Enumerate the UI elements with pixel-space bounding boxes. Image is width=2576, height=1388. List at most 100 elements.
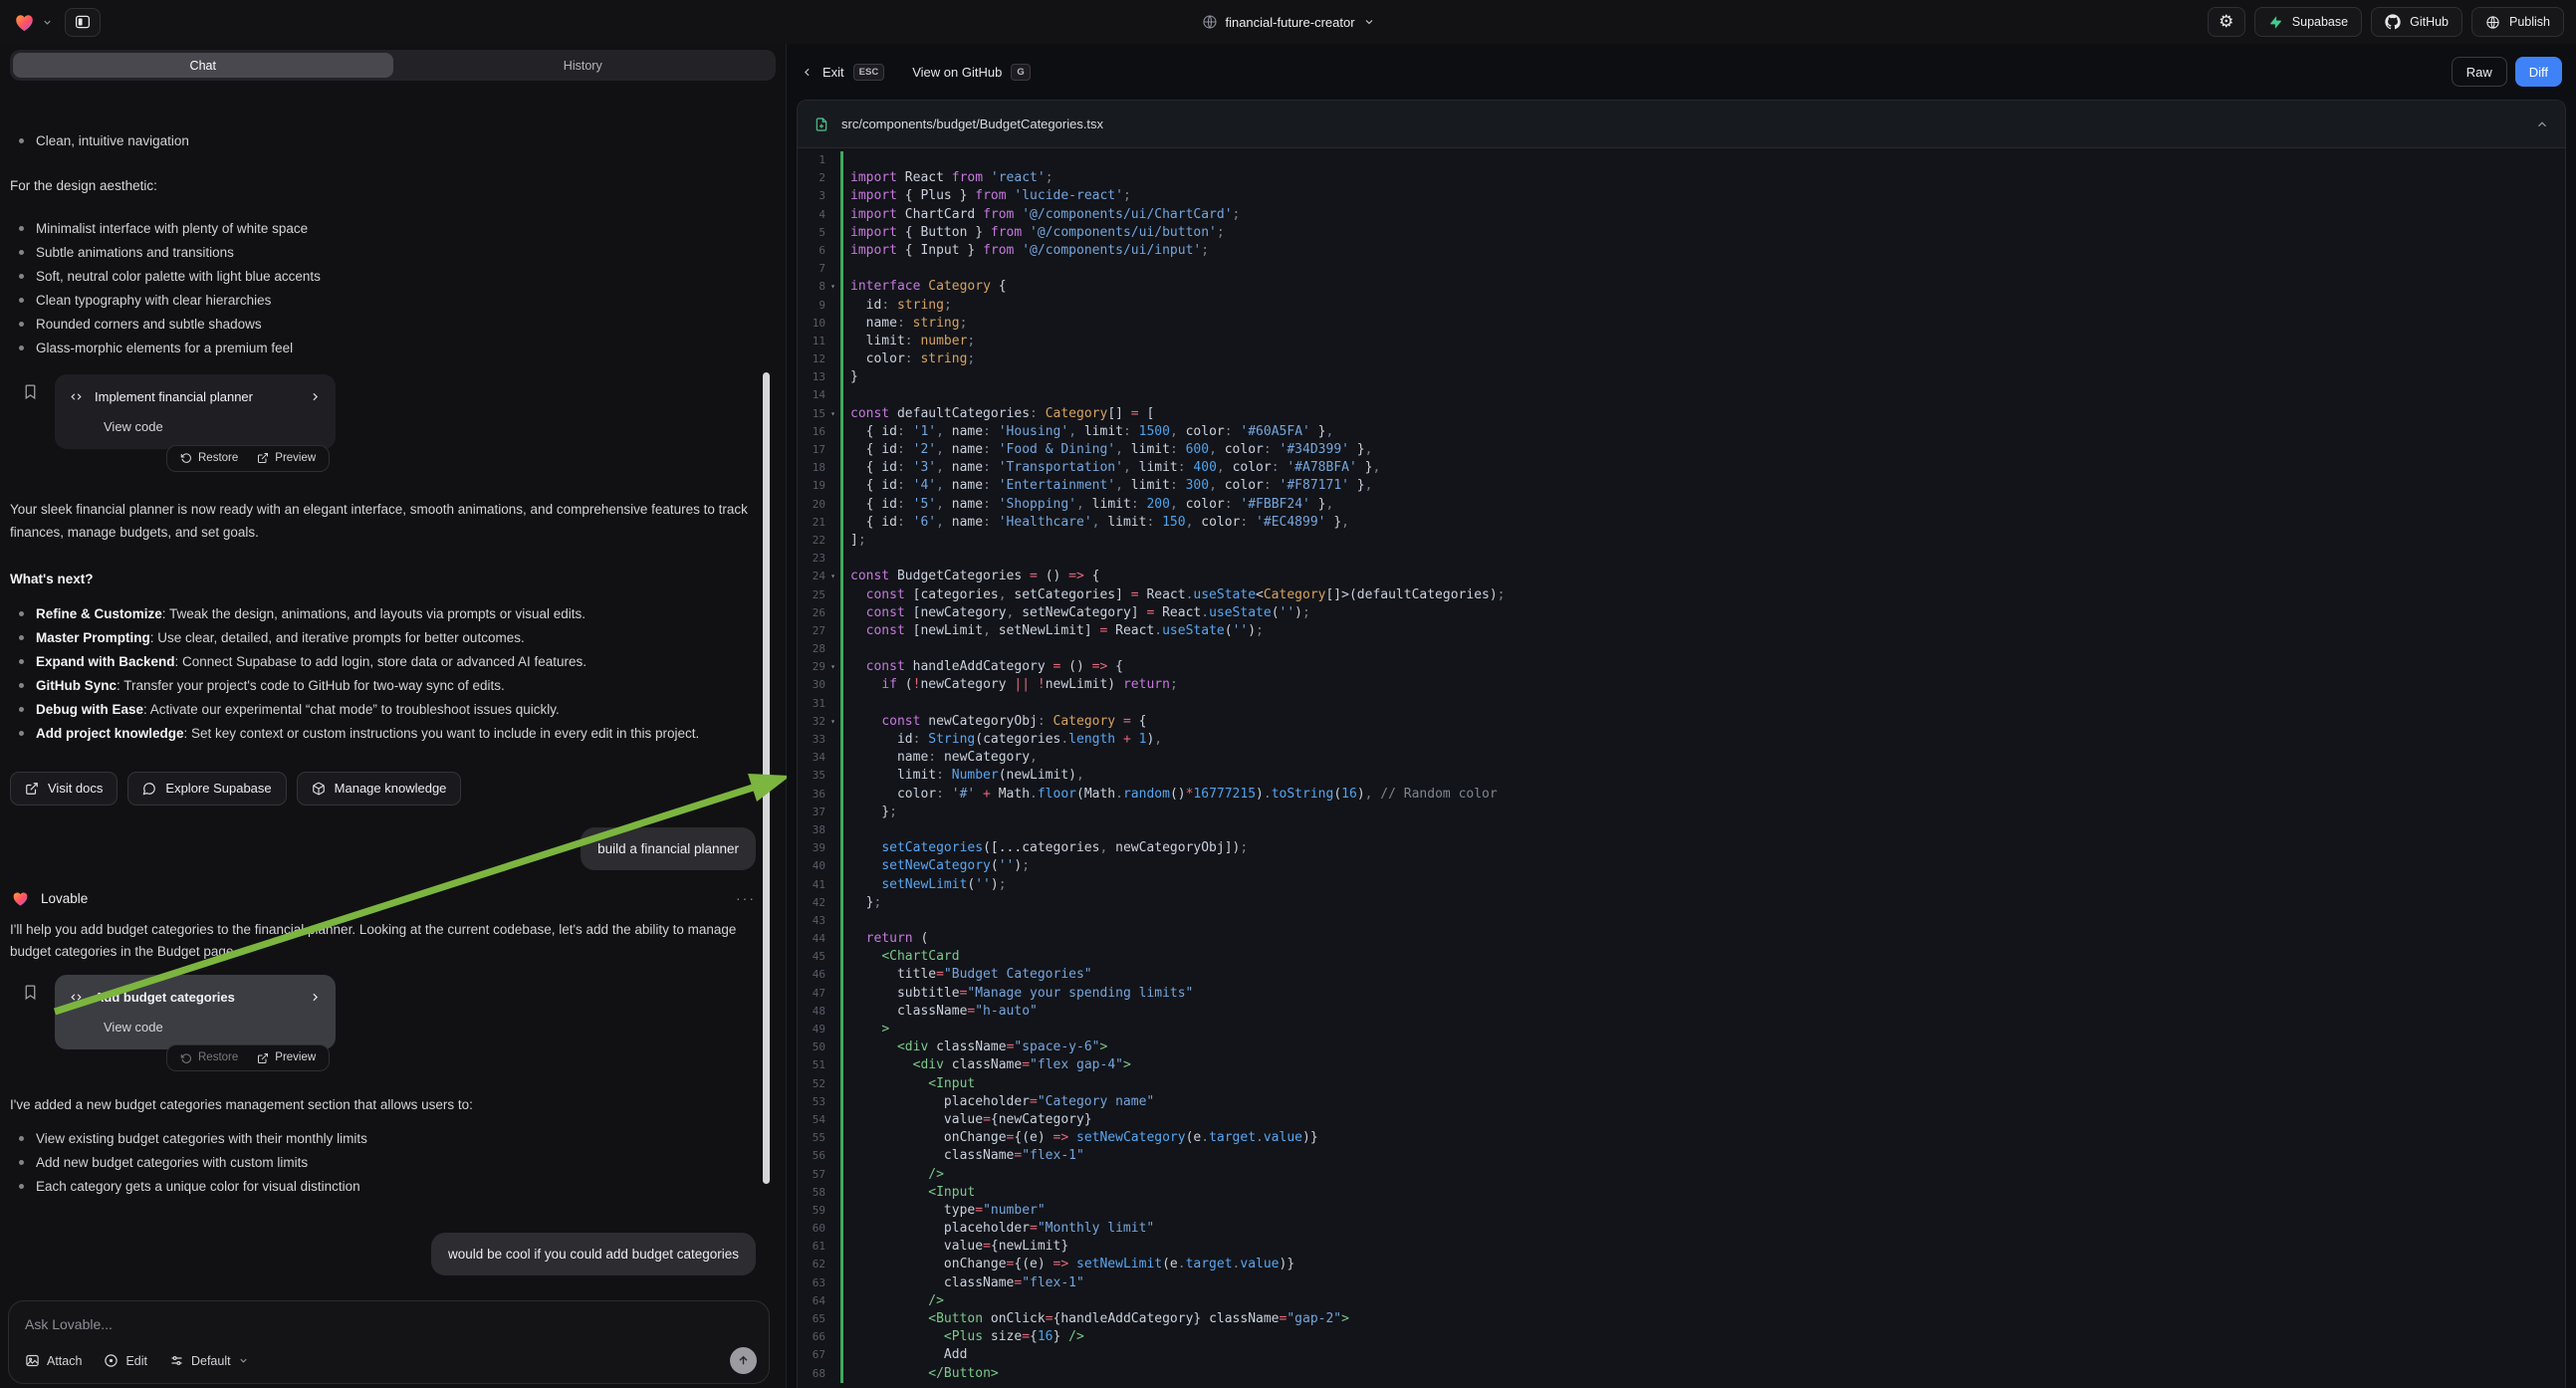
code-line: 8▾interface Category {: [798, 278, 2565, 296]
project-switcher[interactable]: financial-future-creator: [1201, 0, 1374, 44]
line-number: 20: [798, 496, 825, 514]
version-card-toolbar: Restore Preview: [166, 1044, 330, 1071]
line-number: 58: [798, 1184, 825, 1202]
publish-button[interactable]: Publish: [2471, 7, 2564, 37]
visit-docs-button[interactable]: Visit docs: [10, 772, 117, 806]
code-text: limit: Number(newLimit),: [840, 767, 2565, 785]
fold-chevron-icon[interactable]: ▾: [825, 405, 840, 423]
list-item: Add project knowledge: Set key context o…: [10, 723, 756, 744]
fold-gutter: [825, 441, 840, 459]
line-number: 44: [798, 930, 825, 948]
line-number: 56: [798, 1147, 825, 1165]
preview-button[interactable]: Preview: [257, 1047, 316, 1068]
code-text: onChange={(e) => setNewLimit(e.target.va…: [840, 1256, 2565, 1273]
chevron-up-icon[interactable]: [2535, 117, 2549, 131]
explore-supabase-button[interactable]: Explore Supabase: [127, 772, 286, 806]
chat-input[interactable]: Ask Lovable...: [25, 1316, 753, 1332]
fold-gutter: [825, 786, 840, 804]
code-text: className="h-auto": [840, 1003, 2565, 1021]
fold-chevron-icon[interactable]: ▾: [825, 713, 840, 731]
chat-composer[interactable]: Ask Lovable... Attach Edit Default: [8, 1300, 770, 1384]
fold-gutter: [825, 930, 840, 948]
code-line: 44 return (: [798, 930, 2565, 948]
code-line: 51 <div className="flex gap-4">: [798, 1056, 2565, 1074]
list-item: View existing budget categories with the…: [10, 1128, 756, 1149]
code-text: import React from 'react';: [840, 169, 2565, 187]
code-icon: [69, 390, 84, 403]
bookmark-icon[interactable]: [22, 382, 39, 401]
code-area[interactable]: 12import React from 'react';3import { Pl…: [798, 148, 2565, 1388]
code-text: { id: '5', name: 'Shopping', limit: 200,…: [840, 496, 2565, 514]
line-number: 1: [798, 151, 825, 169]
fold-gutter: [825, 459, 840, 477]
lovable-menu[interactable]: [12, 11, 53, 34]
code-text: import ChartCard from '@/components/ui/C…: [840, 206, 2565, 224]
publish-globe-icon: [2485, 15, 2500, 30]
settings-button[interactable]: ⚙︎: [2208, 7, 2245, 37]
code-text: { id: '2', name: 'Food & Dining', limit:…: [840, 441, 2565, 459]
sidebar-toggle-button[interactable]: [65, 8, 101, 37]
fold-chevron-icon[interactable]: ▾: [825, 568, 840, 585]
chat-scroll-area[interactable]: Clean, intuitive navigation For the desi…: [0, 127, 786, 1328]
code-text: [840, 695, 2565, 713]
view-code-link[interactable]: View code: [104, 1017, 322, 1038]
tab-chat[interactable]: Chat: [13, 53, 393, 78]
code-text: </Button>: [840, 1365, 2565, 1383]
line-number: 14: [798, 386, 825, 404]
fold-chevron-icon[interactable]: ▾: [825, 278, 840, 296]
fold-chevron-icon[interactable]: ▾: [825, 658, 840, 676]
code-text: [840, 912, 2565, 930]
chat-scrollbar[interactable]: [763, 372, 770, 1184]
code-line: 43: [798, 912, 2565, 930]
code-line: 45 <ChartCard: [798, 948, 2565, 966]
message-menu-button[interactable]: ···: [736, 888, 756, 909]
list-item: Minimalist interface with plenty of whit…: [10, 218, 756, 239]
manage-knowledge-button[interactable]: Manage knowledge: [297, 772, 462, 806]
attach-button[interactable]: Attach: [25, 1353, 82, 1368]
line-number: 45: [798, 948, 825, 966]
fold-gutter: [825, 622, 840, 640]
code-line: 67 Add: [798, 1346, 2565, 1364]
code-line: 56 className="flex-1": [798, 1147, 2565, 1165]
view-code-link[interactable]: View code: [104, 416, 322, 437]
preview-button[interactable]: Preview: [257, 448, 316, 469]
code-text: { id: '4', name: 'Entertainment', limit:…: [840, 477, 2565, 495]
file-plus-icon: [814, 116, 829, 132]
file-header[interactable]: src/components/budget/BudgetCategories.t…: [798, 101, 2565, 148]
code-line: 65 <Button onClick={handleAddCategory} c…: [798, 1310, 2565, 1328]
restore-button[interactable]: Restore: [180, 448, 238, 469]
exit-button[interactable]: Exit ESC: [801, 64, 884, 81]
send-button[interactable]: [730, 1347, 757, 1374]
code-text: <div className="flex gap-4">: [840, 1056, 2565, 1074]
assistant-header: Lovable ···: [10, 888, 756, 909]
bookmark-icon[interactable]: [22, 983, 39, 1002]
version-card-add-budget-categories[interactable]: Add budget categories View code: [55, 975, 336, 1049]
fold-gutter: [825, 315, 840, 333]
model-selector[interactable]: Default: [169, 1353, 249, 1368]
fold-gutter: [825, 550, 840, 568]
list-item: Rounded corners and subtle shadows: [10, 314, 756, 335]
code-line: 63 className="flex-1": [798, 1274, 2565, 1292]
code-line: 50 <div className="space-y-6">: [798, 1039, 2565, 1056]
fold-gutter: [825, 1111, 840, 1129]
tab-history[interactable]: History: [393, 53, 774, 78]
restore-button[interactable]: Restore: [180, 1047, 238, 1068]
code-text: interface Category {: [840, 278, 2565, 296]
code-line: 48 className="h-auto": [798, 1003, 2565, 1021]
chevron-down-icon: [238, 1355, 249, 1366]
design-bullet-list: Minimalist interface with plenty of whit…: [10, 218, 756, 358]
github-button[interactable]: GitHub: [2371, 7, 2462, 37]
code-line: 13}: [798, 368, 2565, 386]
diff-toggle-button[interactable]: Diff: [2515, 57, 2562, 87]
raw-toggle-button[interactable]: Raw: [2452, 57, 2507, 87]
code-line: 24▾const BudgetCategories = () => {: [798, 568, 2565, 585]
whats-next-list: Refine & Customize: Tweak the design, an…: [10, 603, 756, 744]
line-number: 40: [798, 857, 825, 875]
line-number: 41: [798, 876, 825, 894]
view-on-github-button[interactable]: View on GitHub G: [912, 64, 1030, 81]
version-card-implement-financial-planner[interactable]: Implement financial planner View code: [55, 374, 336, 449]
code-text: id: String(categories.length + 1),: [840, 731, 2565, 749]
fold-gutter: [825, 1093, 840, 1111]
supabase-button[interactable]: Supabase: [2254, 7, 2362, 37]
edit-button[interactable]: Edit: [104, 1353, 147, 1368]
